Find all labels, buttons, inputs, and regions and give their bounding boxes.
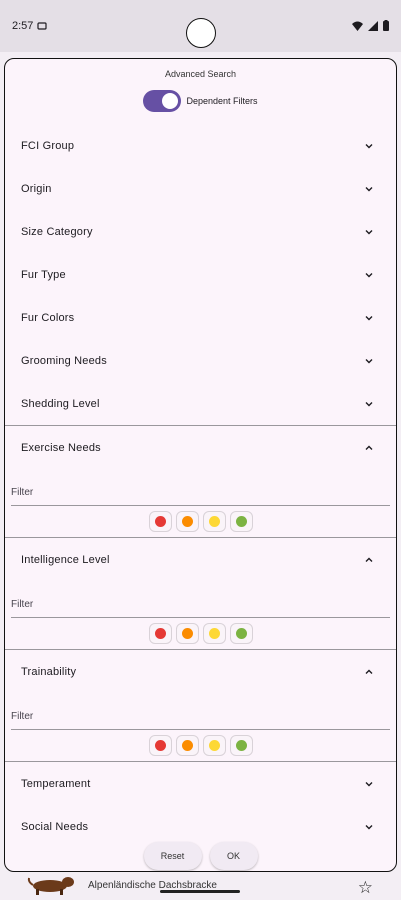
chevron-down-icon xyxy=(365,401,373,406)
chevron-up-icon xyxy=(365,445,373,450)
section-label: FCI Group xyxy=(21,139,75,152)
level-selector xyxy=(5,506,396,537)
level-chip-red[interactable] xyxy=(148,735,172,756)
star-icon[interactable]: ☆ xyxy=(358,878,373,898)
chevron-down-icon xyxy=(365,358,373,363)
section-shedding-level[interactable]: Shedding Level xyxy=(5,382,396,425)
level-dot-orange xyxy=(181,516,193,527)
filter-block: Filter xyxy=(5,693,396,730)
level-dot-orange xyxy=(181,740,193,751)
filter-block: Filter xyxy=(5,469,396,506)
level-chip-orange[interactable] xyxy=(175,511,199,532)
dialog-title: Advanced Search xyxy=(164,69,237,79)
section-temperament[interactable]: Temperament xyxy=(5,762,396,805)
level-chip-yellow[interactable] xyxy=(202,735,226,756)
ok-button[interactable]: OK xyxy=(209,842,258,870)
status-time: 2:57 xyxy=(12,20,34,32)
level-chip-red[interactable] xyxy=(148,511,172,532)
toggle-knob xyxy=(162,93,179,109)
filter-field[interactable]: Filter xyxy=(11,581,390,618)
home-indicator[interactable] xyxy=(160,890,240,893)
chevron-down-icon xyxy=(365,229,373,234)
section-label: Intelligence Level xyxy=(21,553,110,566)
filter-field[interactable]: Filter xyxy=(11,469,390,506)
level-dot-red xyxy=(154,740,166,751)
level-dot-yellow xyxy=(208,516,220,527)
level-chip-yellow[interactable] xyxy=(202,511,226,532)
level-chip-orange[interactable] xyxy=(175,623,199,644)
section-intelligence-level-expanded: Intelligence Level Filter xyxy=(5,537,396,649)
level-dot-yellow xyxy=(208,628,220,639)
section-label: Origin xyxy=(21,182,52,195)
toggle-label: Dependent Filters xyxy=(186,96,258,106)
section-label: Exercise Needs xyxy=(21,441,101,454)
level-dot-yellow xyxy=(208,740,220,751)
chevron-down-icon xyxy=(365,272,373,277)
screen-record-icon xyxy=(37,22,48,30)
level-dot-green xyxy=(235,628,247,639)
advanced-search-dialog: Advanced Search Dependent Filters FCI Gr… xyxy=(4,58,397,872)
section-label: Grooming Needs xyxy=(21,354,107,367)
section-fur-colors[interactable]: Fur Colors xyxy=(5,296,396,339)
dog-name: Alpenländische Dachsbracke xyxy=(88,879,217,891)
level-chip-green[interactable] xyxy=(229,511,253,532)
chevron-up-icon xyxy=(365,669,373,674)
camera-cutout xyxy=(186,18,216,48)
section-label: Size Category xyxy=(21,225,93,238)
section-fur-type[interactable]: Fur Type xyxy=(5,253,396,296)
level-dot-red xyxy=(154,516,166,527)
section-grooming-needs[interactable]: Grooming Needs xyxy=(5,339,396,382)
level-dot-green xyxy=(235,516,247,527)
chevron-down-icon xyxy=(365,186,373,191)
section-origin[interactable]: Origin xyxy=(5,167,396,210)
dependent-filters-toggle[interactable] xyxy=(143,90,182,112)
section-trainability[interactable]: Trainability xyxy=(5,650,396,693)
section-label: Shedding Level xyxy=(21,397,100,410)
wifi-icon xyxy=(352,21,363,31)
filter-block: Filter xyxy=(5,581,396,618)
section-size-category[interactable]: Size Category xyxy=(5,210,396,253)
chevron-up-icon xyxy=(365,557,373,562)
section-trainability-expanded: Trainability Filter xyxy=(5,649,396,762)
dependent-filters-row: Dependent Filters xyxy=(5,90,396,112)
section-fci-group[interactable]: FCI Group xyxy=(5,124,396,167)
level-dot-orange xyxy=(181,628,193,639)
level-dot-green xyxy=(235,740,247,751)
level-dot-red xyxy=(154,628,166,639)
dialog-actions: Reset OK xyxy=(5,842,396,870)
chevron-down-icon xyxy=(365,781,373,786)
battery-icon xyxy=(383,20,389,31)
background-list-item: Alpenländische Dachsbracke xyxy=(0,870,401,900)
section-label: Trainability xyxy=(21,665,77,678)
level-selector xyxy=(5,730,396,761)
level-chip-green[interactable] xyxy=(229,735,253,756)
section-exercise-needs-expanded: Exercise Needs Filter xyxy=(5,425,396,537)
section-label: Fur Colors xyxy=(21,311,75,324)
section-label: Temperament xyxy=(21,777,91,790)
level-selector xyxy=(5,618,396,649)
dog-thumbnail xyxy=(27,877,74,895)
level-chip-orange[interactable] xyxy=(175,735,199,756)
level-chip-green[interactable] xyxy=(229,623,253,644)
signal-icon xyxy=(368,20,378,31)
section-exercise-needs[interactable]: Exercise Needs xyxy=(5,426,396,469)
section-label: Fur Type xyxy=(21,268,66,281)
section-label: Social Needs xyxy=(21,820,89,833)
filter-sections: FCI Group Origin Size Category Fur Type … xyxy=(5,124,396,848)
section-intelligence-level[interactable]: Intelligence Level xyxy=(5,538,396,581)
level-chip-yellow[interactable] xyxy=(202,623,226,644)
level-chip-red[interactable] xyxy=(148,623,172,644)
filter-field[interactable]: Filter xyxy=(11,693,390,730)
chevron-down-icon xyxy=(365,315,373,320)
chevron-down-icon xyxy=(365,143,373,148)
chevron-down-icon xyxy=(365,824,373,829)
reset-button[interactable]: Reset xyxy=(143,842,202,870)
